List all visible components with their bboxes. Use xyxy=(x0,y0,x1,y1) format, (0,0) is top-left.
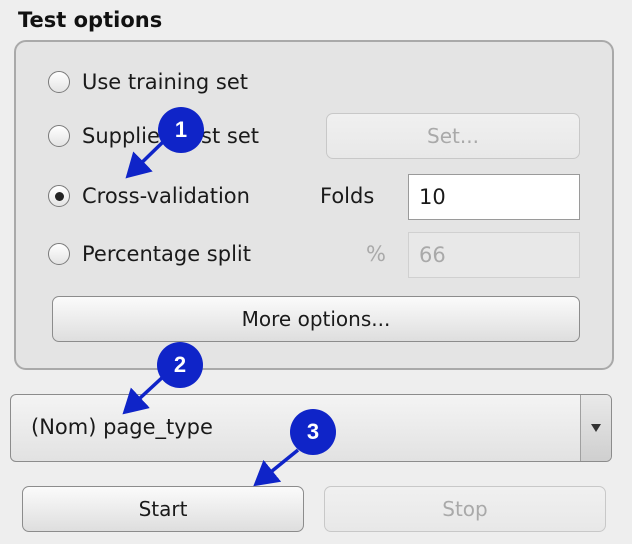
annotation-1-arrow xyxy=(125,138,167,179)
annotation-3-arrow xyxy=(253,448,300,487)
annotation-marker-3: 3 xyxy=(290,409,336,455)
annotation-arrows xyxy=(122,138,300,487)
annotation-marker-1: 1 xyxy=(158,107,204,153)
annotation-2-arrow xyxy=(122,373,167,415)
annotation-marker-2: 2 xyxy=(157,342,203,388)
